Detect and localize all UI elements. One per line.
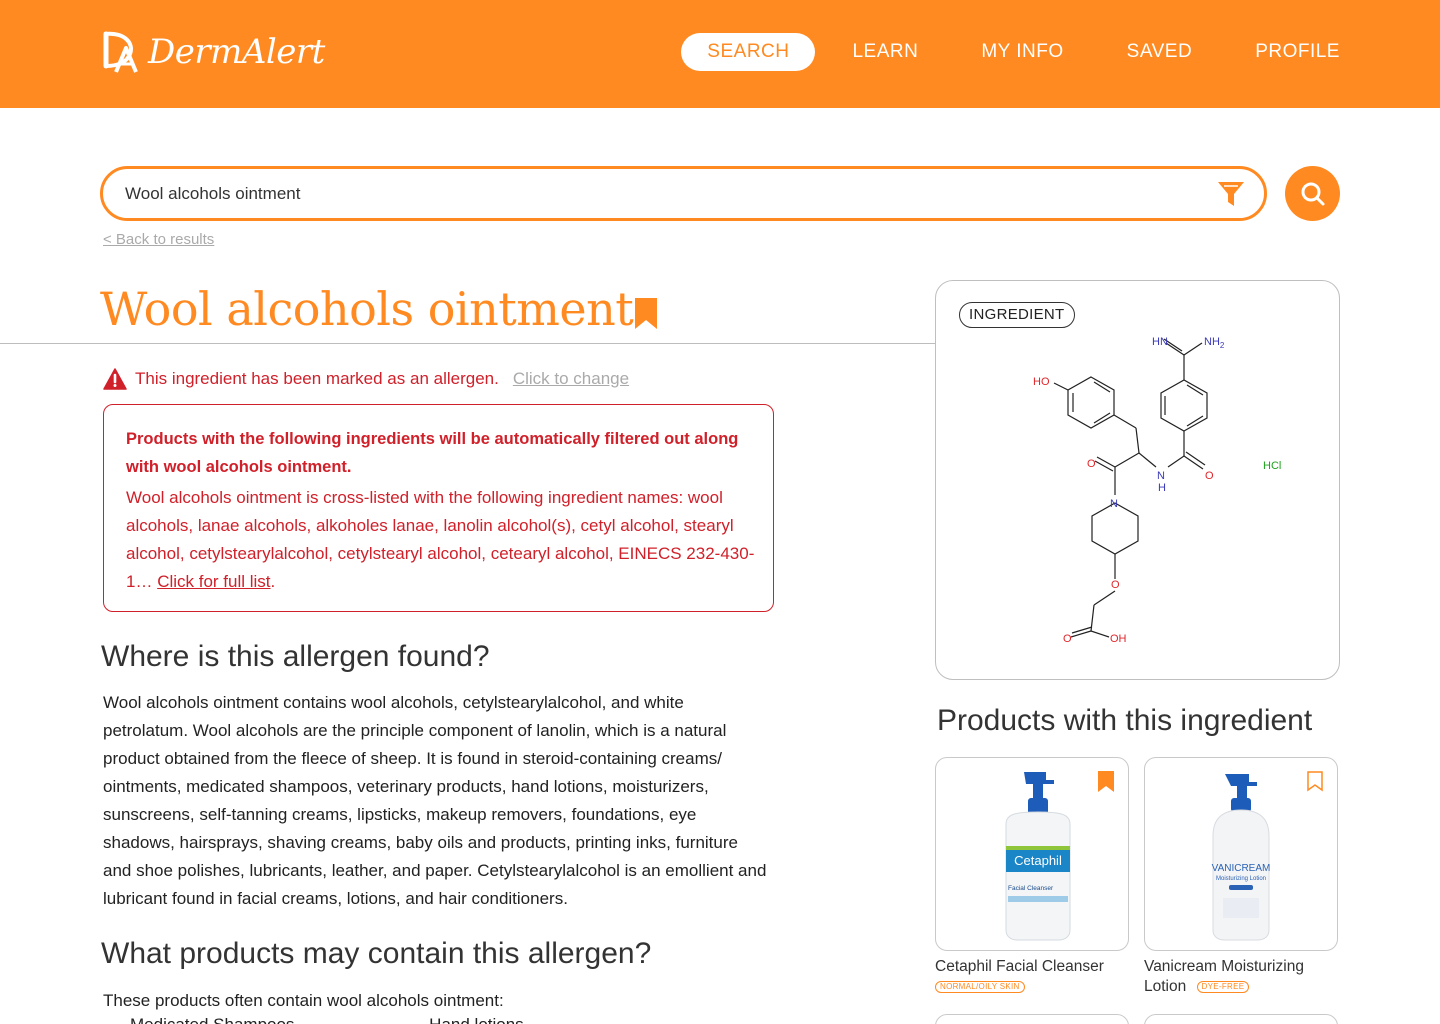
logo-monogram-icon: [103, 31, 138, 73]
filter-warning: Products with the following ingredients …: [126, 430, 739, 476]
atom-label: OH: [1110, 633, 1127, 645]
svg-text:Cetaphil: Cetaphil: [1014, 853, 1062, 868]
where-found-body: Wool alcohols ointment contains wool alc…: [103, 693, 767, 908]
top-header: DermAlert SEARCH LEARN MY INFO SAVED PRO…: [0, 0, 1440, 108]
chemical-structure: HO HN NH2 O N H O N O O OH HCl: [1033, 336, 1281, 645]
product-tag: DYE-FREE: [1196, 980, 1250, 993]
search-bar: [100, 166, 1267, 221]
atom-label: NH2: [1204, 336, 1225, 350]
search-input[interactable]: [125, 169, 1185, 218]
search-icon: [1301, 182, 1324, 205]
products-contain-heading: What products may contain this allergen?: [101, 937, 652, 970]
warning-icon: [103, 368, 127, 390]
atom-label: O: [1063, 633, 1072, 645]
filter-icon[interactable]: [1216, 180, 1246, 208]
svg-text:VANICREAM: VANICREAM: [1212, 863, 1271, 874]
atom-label: HCl: [1263, 460, 1281, 472]
atom-label: HO: [1033, 376, 1050, 388]
divider: [0, 343, 936, 344]
bookmark-outline-icon[interactable]: [1307, 771, 1323, 792]
product-card[interactable]: [935, 1014, 1129, 1024]
full-list-link[interactable]: Click for full list: [157, 572, 270, 591]
product-name-wrap: Vanicream Moisturizing Lotion DYE-FREE: [1144, 957, 1340, 997]
bookmark-icon[interactable]: [1098, 771, 1114, 792]
atom-label: N: [1157, 470, 1165, 482]
product-card[interactable]: [1144, 1014, 1338, 1024]
main-nav: SEARCH LEARN MY INFO SAVED PROFILE: [681, 33, 1340, 71]
brand-logo[interactable]: DermAlert: [100, 30, 325, 74]
products-with-ingredient-heading: Products with this ingredient: [937, 704, 1313, 737]
where-found-heading: Where is this allergen found?: [101, 640, 490, 673]
bookmark-icon[interactable]: [635, 298, 657, 329]
allergen-notice-text: This ingredient has been marked as an al…: [135, 369, 499, 388]
atom-label: N: [1110, 498, 1118, 510]
back-to-results-link[interactable]: < Back to results: [103, 231, 214, 248]
product-name-wrap: Cetaphil Facial Cleanser NORMAL/OILY SKI…: [935, 957, 1129, 997]
product-name[interactable]: Cetaphil Facial Cleanser: [935, 957, 1129, 977]
page-title: Wool alcohols ointment: [100, 282, 634, 336]
atom-label: O: [1205, 470, 1214, 482]
product-tag: NORMAL/OILY SKIN: [935, 980, 1025, 993]
atom-label: O: [1087, 458, 1096, 470]
svg-text:Moisturizing Lotion: Moisturizing Lotion: [1216, 876, 1266, 882]
cross-listed-alert: Products with the following ingredients …: [103, 404, 774, 612]
allergen-notice: This ingredient has been marked as an al…: [103, 368, 629, 390]
list-item-text: Hand lotions: [429, 1015, 524, 1024]
atom-label: O: [1111, 579, 1120, 591]
full-list-suffix: .: [270, 572, 276, 591]
list-item-text: Medicated Shampoos: [130, 1015, 294, 1024]
product-card[interactable]: Cetaphil Facial Cleanser: [935, 757, 1129, 951]
nav-saved[interactable]: SAVED: [1101, 33, 1219, 71]
product-card[interactable]: VANICREAM Moisturizing Lotion: [1144, 757, 1338, 951]
nav-my-info[interactable]: MY INFO: [955, 33, 1089, 71]
atom-label: HN: [1152, 336, 1168, 348]
cross-listed-text: Wool alcohols ointment is cross-listed w…: [126, 484, 755, 596]
svg-text:Facial Cleanser: Facial Cleanser: [1008, 885, 1054, 892]
products-contain-intro: These products often contain wool alcoho…: [103, 991, 504, 1010]
change-allergen-link[interactable]: Click to change: [513, 369, 629, 389]
list-item: Medicated Shampoos Hand lotions: [130, 1015, 524, 1024]
nav-learn[interactable]: LEARN: [826, 33, 944, 71]
brand-name: DermAlert: [148, 32, 325, 72]
search-button[interactable]: [1285, 166, 1340, 221]
nav-search[interactable]: SEARCH: [681, 33, 816, 71]
atom-label: H: [1158, 482, 1166, 494]
nav-profile[interactable]: PROFILE: [1229, 33, 1340, 71]
ingredient-structure-card: INGREDIENT HO HN NH2 O N H O N O O OH HC…: [935, 280, 1340, 680]
